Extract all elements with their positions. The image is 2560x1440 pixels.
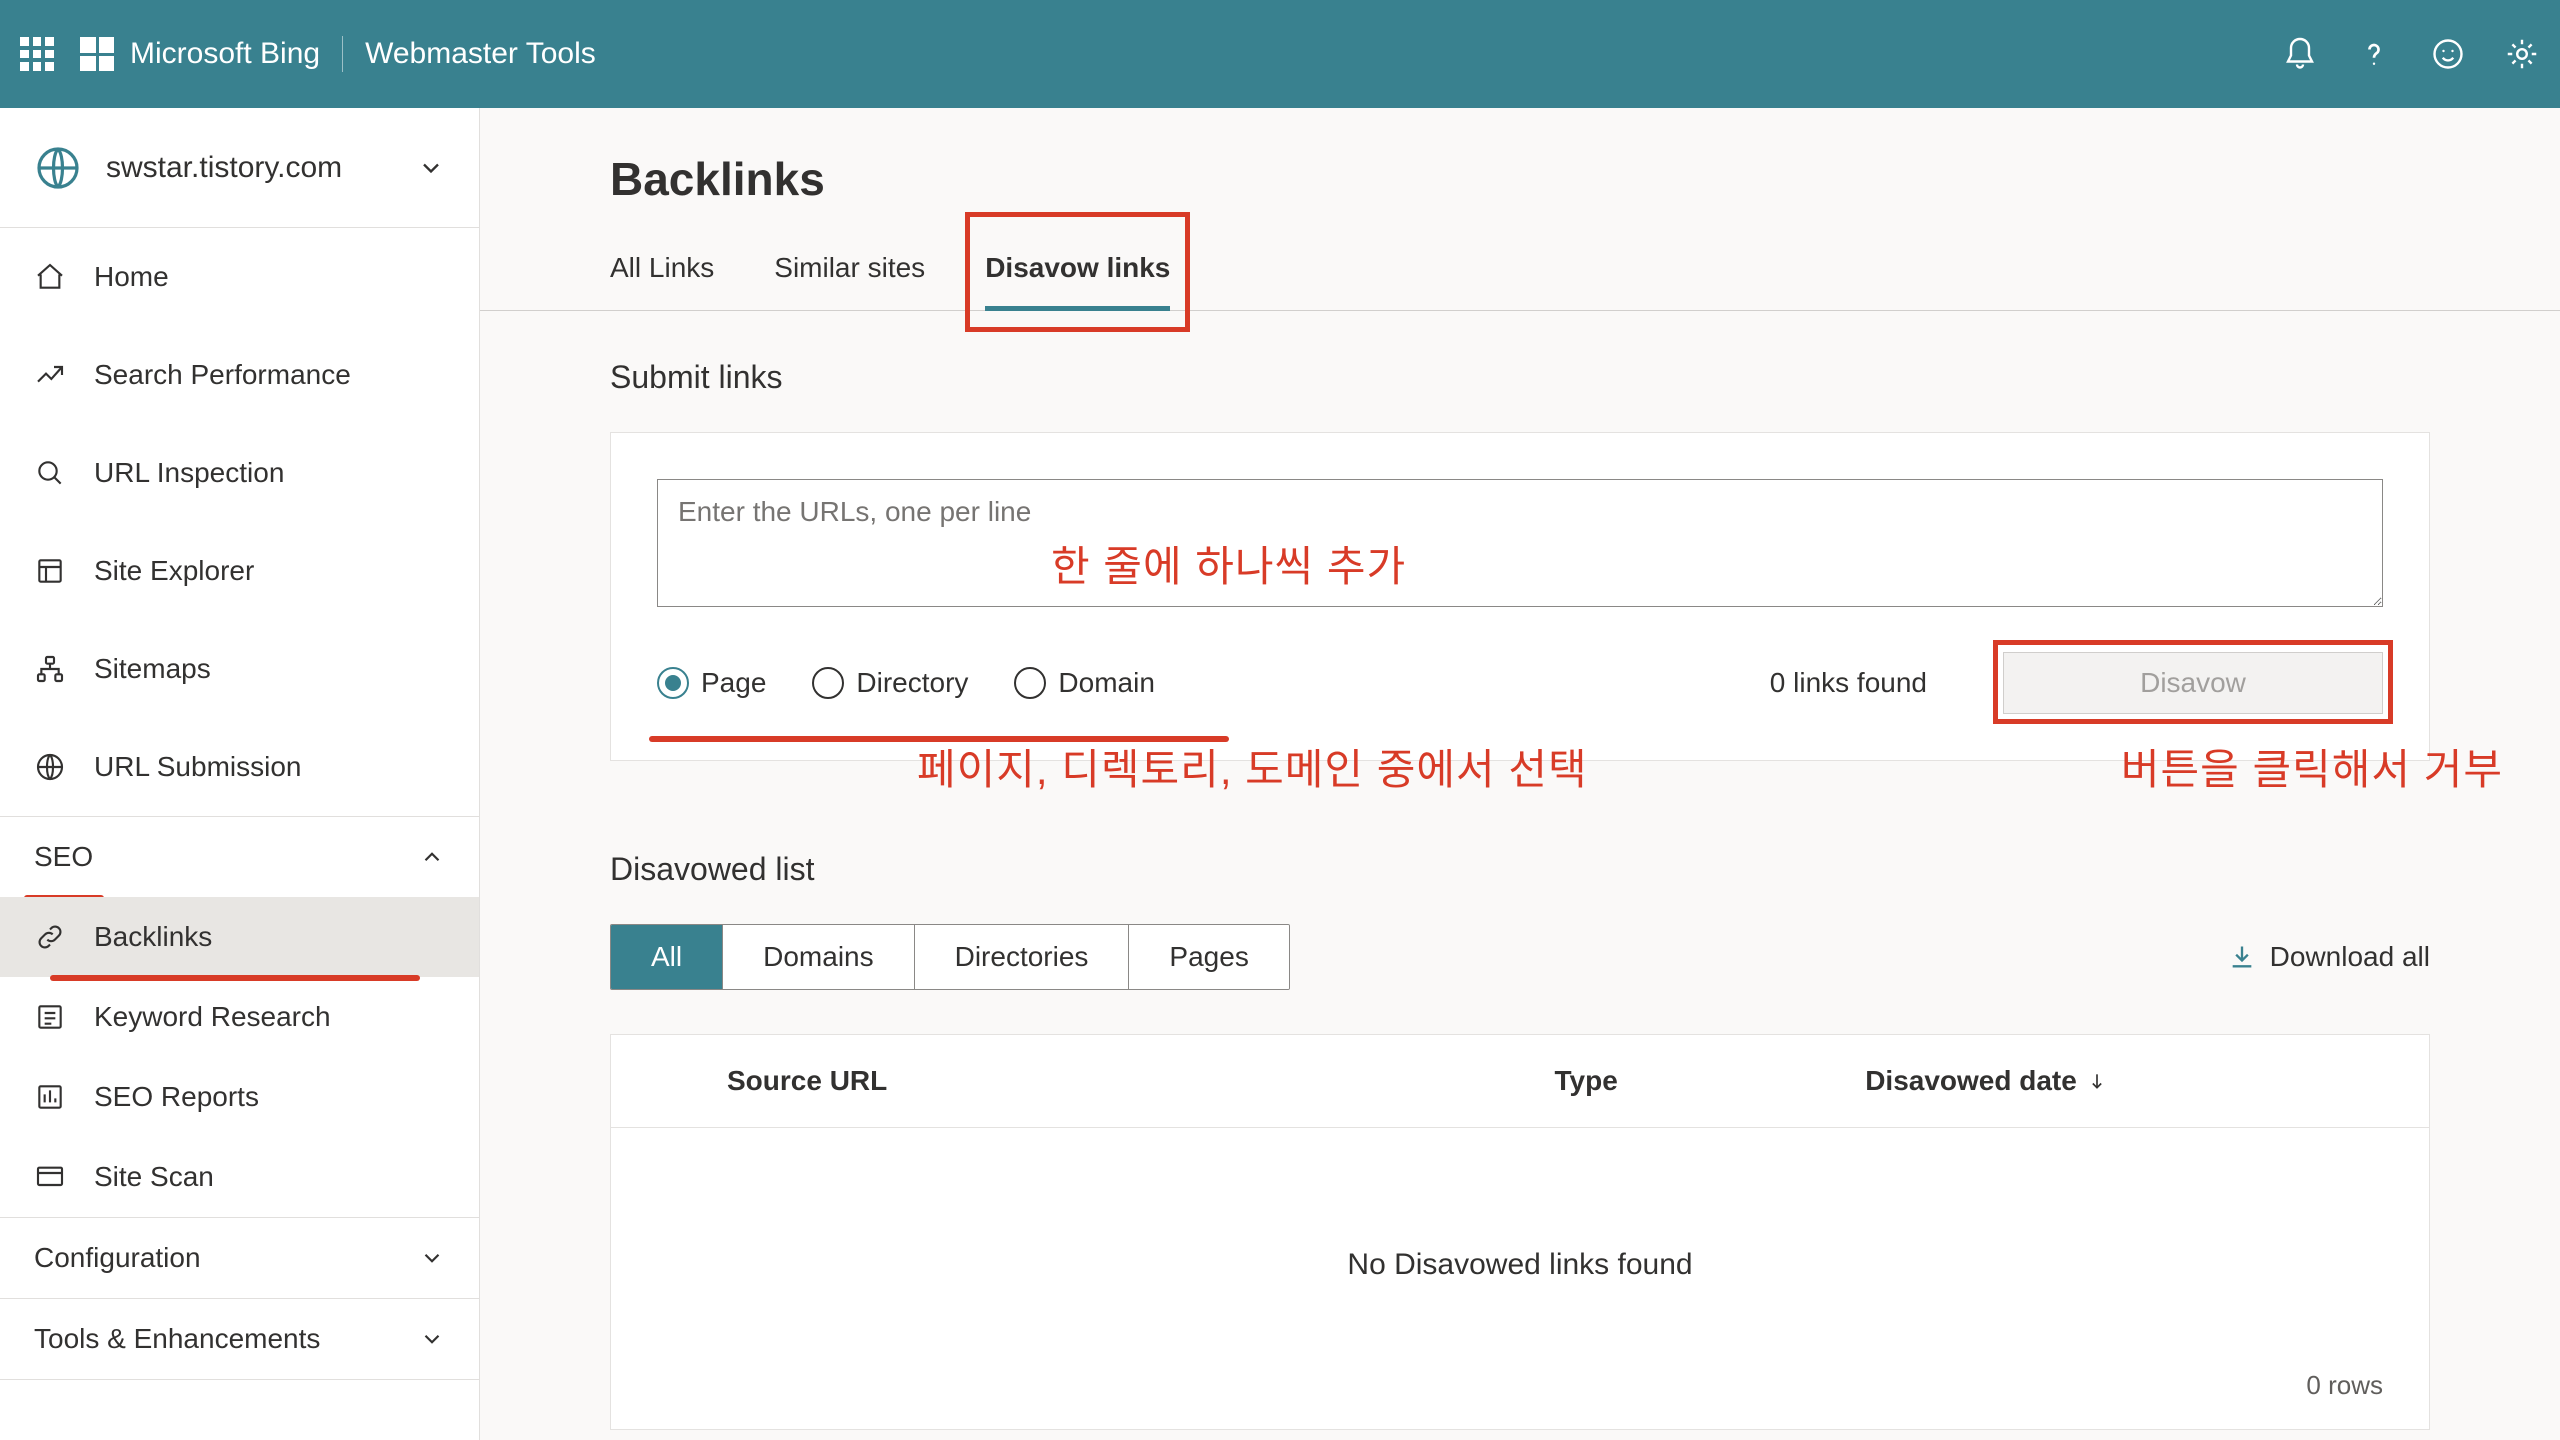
- page-title: Backlinks: [610, 152, 2430, 206]
- microsoft-logo-icon: [80, 37, 114, 71]
- table-header: Source URL Type Disavowed date: [611, 1035, 2429, 1128]
- links-found-label: 0 links found: [1770, 667, 1927, 699]
- help-icon[interactable]: [2356, 36, 2392, 72]
- nav-backlinks[interactable]: Backlinks: [0, 897, 479, 977]
- nav-group-configuration[interactable]: Configuration: [0, 1218, 479, 1298]
- annotation-text: 버튼을 클릭해서 거부: [2121, 736, 2503, 797]
- sidebar: swstar.tistory.com Home Search Performan…: [0, 108, 480, 1440]
- nav-seo-reports[interactable]: SEO Reports: [0, 1057, 479, 1137]
- seg-domains[interactable]: Domains: [723, 925, 914, 989]
- main-content: Backlinks All Links Similar sites Disavo…: [480, 108, 2560, 1440]
- empty-state: No Disavowed links found: [611, 1128, 2429, 1342]
- nav-group-label: Tools & Enhancements: [34, 1323, 320, 1355]
- chevron-down-icon: [417, 154, 445, 182]
- annotation-text: 한 줄에 하나씩 추가: [1051, 533, 1406, 594]
- nav-search-performance[interactable]: Search Performance: [0, 326, 479, 424]
- nav-site-explorer[interactable]: Site Explorer: [0, 522, 479, 620]
- radio-label: Page: [701, 667, 766, 699]
- nav-label: Site Scan: [94, 1161, 214, 1193]
- nav-keyword-research[interactable]: Keyword Research: [0, 977, 479, 1057]
- nav-label: Backlinks: [94, 921, 212, 953]
- brand-name: Microsoft Bing: [130, 37, 320, 71]
- header-actions: [2282, 36, 2540, 72]
- nav-group-seo[interactable]: SEO: [0, 817, 479, 897]
- nav-site-scan[interactable]: Site Scan: [0, 1137, 479, 1217]
- site-selector[interactable]: swstar.tistory.com: [0, 108, 479, 228]
- seg-pages[interactable]: Pages: [1129, 925, 1288, 989]
- radio-page[interactable]: Page: [657, 667, 766, 699]
- download-all-button[interactable]: Download all: [2228, 941, 2430, 973]
- nav-label: Site Explorer: [94, 555, 254, 587]
- chevron-down-icon: [419, 1326, 445, 1352]
- tab-all-links[interactable]: All Links: [610, 226, 714, 310]
- radio-directory[interactable]: Directory: [812, 667, 968, 699]
- col-disavowed-date[interactable]: Disavowed date: [1865, 1065, 2383, 1097]
- submit-links-card: 한 줄에 하나씩 추가 Page Directory Domain 0 link…: [610, 432, 2430, 761]
- row-count: 0 rows: [611, 1342, 2429, 1429]
- disavow-button[interactable]: Disavow: [2003, 652, 2383, 714]
- product-name: Webmaster Tools: [365, 37, 596, 71]
- col-type[interactable]: Type: [1555, 1065, 1866, 1097]
- tab-disavow-links[interactable]: Disavow links: [985, 226, 1170, 310]
- header-divider: [342, 36, 343, 72]
- radio-icon: [657, 667, 689, 699]
- nav-label: URL Submission: [94, 751, 301, 783]
- nav-url-inspection[interactable]: URL Inspection: [0, 424, 479, 522]
- brand-logo[interactable]: Microsoft Bing: [80, 37, 320, 71]
- radio-label: Directory: [856, 667, 968, 699]
- nav-group-tools[interactable]: Tools & Enhancements: [0, 1299, 479, 1379]
- site-domain: swstar.tistory.com: [106, 151, 393, 185]
- tabs: All Links Similar sites Disavow links: [480, 226, 2560, 311]
- nav-group-label: Configuration: [34, 1242, 201, 1274]
- nav-label: URL Inspection: [94, 457, 284, 489]
- nav-label: Sitemaps: [94, 653, 211, 685]
- filter-segments: All Domains Directories Pages: [610, 924, 1290, 990]
- nav-home[interactable]: Home: [0, 228, 479, 326]
- nav-label: SEO Reports: [94, 1081, 259, 1113]
- chevron-down-icon: [419, 1245, 445, 1271]
- radio-row: Page Directory Domain 0 links found Disa…: [657, 652, 2383, 714]
- radio-domain[interactable]: Domain: [1014, 667, 1154, 699]
- download-icon: [2228, 943, 2256, 971]
- radio-icon: [1014, 667, 1046, 699]
- submit-links-label: Submit links: [610, 359, 2430, 396]
- download-label: Download all: [2270, 941, 2430, 973]
- nav-label: Home: [94, 261, 169, 293]
- col-label: Disavowed date: [1865, 1065, 2077, 1097]
- disavowed-list-label: Disavowed list: [610, 851, 2430, 888]
- tab-similar-sites[interactable]: Similar sites: [774, 226, 925, 310]
- sort-down-icon: [2087, 1071, 2107, 1091]
- nav-url-submission[interactable]: URL Submission: [0, 718, 479, 816]
- top-header: Microsoft Bing Webmaster Tools: [0, 0, 2560, 108]
- globe-icon: [34, 144, 82, 192]
- radio-icon: [812, 667, 844, 699]
- nav-group-label: SEO: [34, 841, 93, 873]
- nav-sitemaps[interactable]: Sitemaps: [0, 620, 479, 718]
- app-launcher-icon[interactable]: [20, 37, 54, 71]
- sidebar-nav[interactable]: Home Search Performance URL Inspection S…: [0, 228, 479, 1440]
- settings-icon[interactable]: [2504, 36, 2540, 72]
- notifications-icon[interactable]: [2282, 36, 2318, 72]
- nav-label: Search Performance: [94, 359, 351, 391]
- annotation-text: 페이지, 디렉토리, 도메인 중에서 선택: [917, 736, 1588, 797]
- chevron-up-icon: [419, 844, 445, 870]
- seg-all[interactable]: All: [611, 925, 723, 989]
- feedback-icon[interactable]: [2430, 36, 2466, 72]
- disavowed-table: Source URL Type Disavowed date No Disavo…: [610, 1034, 2430, 1430]
- radio-label: Domain: [1058, 667, 1154, 699]
- seg-directories[interactable]: Directories: [915, 925, 1130, 989]
- url-input[interactable]: [657, 479, 2383, 607]
- filter-row: All Domains Directories Pages Download a…: [610, 924, 2430, 990]
- col-source-url[interactable]: Source URL: [657, 1065, 1555, 1097]
- nav-label: Keyword Research: [94, 1001, 331, 1033]
